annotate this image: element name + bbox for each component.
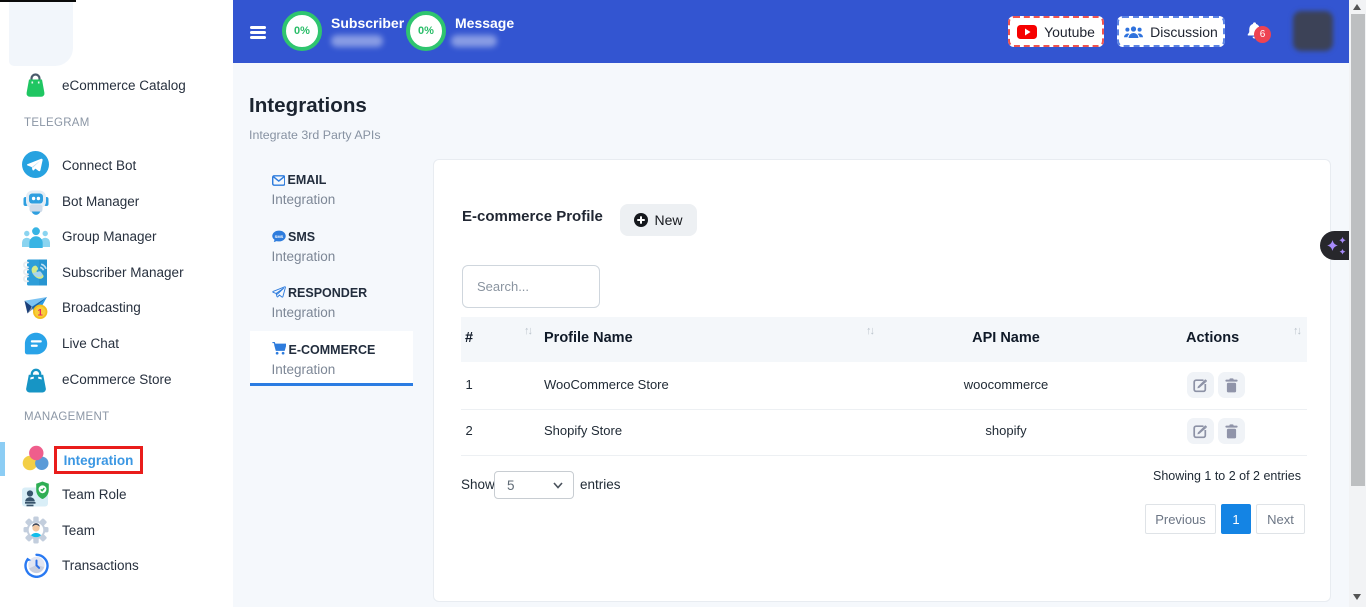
svg-text:SMS: SMS <box>274 234 283 239</box>
svg-text:1: 1 <box>38 307 44 318</box>
